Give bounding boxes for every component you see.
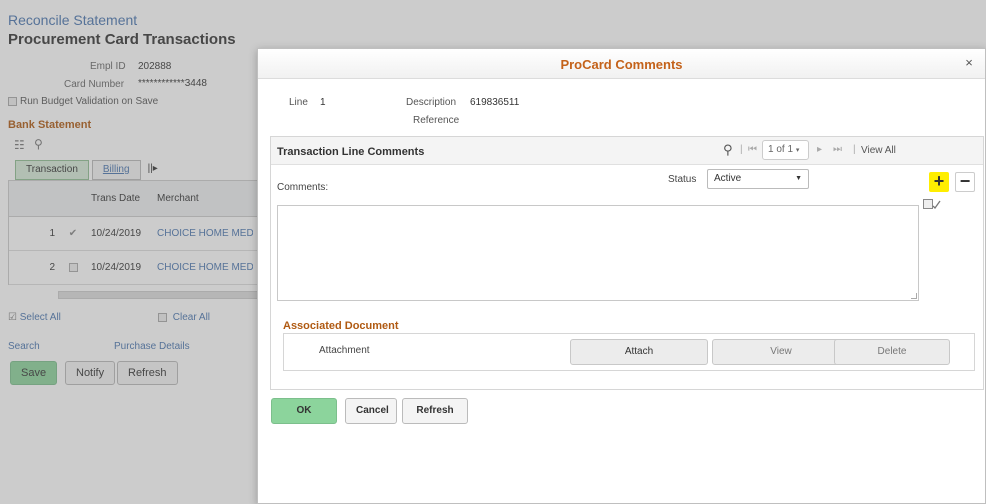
line-label: Line (289, 97, 308, 108)
close-icon[interactable]: × (961, 55, 977, 71)
line-value: 1 (320, 97, 326, 108)
status-label: Status (668, 174, 697, 185)
attachment-label: Attachment (319, 345, 370, 356)
view-all-link[interactable]: View All (861, 145, 896, 156)
attach-button[interactable]: Attach (570, 339, 708, 365)
chevron-down-icon: ▼ (795, 175, 802, 182)
modal-header: ProCard Comments × (258, 49, 985, 79)
cancel-button[interactable]: Cancel (345, 398, 397, 424)
status-select[interactable]: Active ▼ (707, 169, 809, 189)
pager-text: 1 of 1 (768, 144, 794, 155)
ok-button[interactable]: OK (271, 398, 337, 424)
comments-section-header: Transaction Line Comments ⚲ | ⏮ 1 of 1 ▾… (271, 137, 983, 165)
search-icon[interactable]: ⚲ (723, 142, 733, 158)
resize-handle[interactable] (911, 293, 917, 299)
reference-label: Reference (413, 115, 460, 126)
associated-document-box: Attachment Attach View Delete (283, 333, 975, 371)
divider: | (740, 144, 743, 155)
transaction-line-comments-box: Transaction Line Comments ⚲ | ⏮ 1 of 1 ▾… (270, 136, 984, 390)
procard-comments-modal: ProCard Comments × Line 1 Description 61… (257, 48, 986, 504)
view-button[interactable]: View (712, 339, 850, 365)
divider: | (853, 144, 856, 155)
modal-refresh-button[interactable]: Refresh (402, 398, 468, 424)
status-value: Active (714, 173, 742, 184)
page-select[interactable]: 1 of 1 ▾ (762, 140, 809, 160)
description-label: Description (406, 97, 457, 108)
description-value: 619836511 (470, 97, 520, 108)
last-page-icon[interactable]: ⏭ (833, 144, 842, 155)
spell-check-icon[interactable] (923, 199, 941, 210)
next-page-icon[interactable]: ▸ (817, 144, 822, 155)
delete-attachment-button[interactable]: Delete (834, 339, 950, 365)
modal-title: ProCard Comments (560, 57, 683, 72)
add-row-button[interactable]: + (929, 172, 949, 192)
associated-document-title: Associated Document (283, 320, 399, 332)
first-page-icon[interactable]: ⏮ (748, 144, 757, 155)
comments-label: Comments: (277, 182, 329, 193)
comments-section-title: Transaction Line Comments (277, 146, 425, 158)
comments-textarea[interactable] (277, 205, 919, 301)
delete-row-button[interactable]: − (955, 172, 975, 192)
